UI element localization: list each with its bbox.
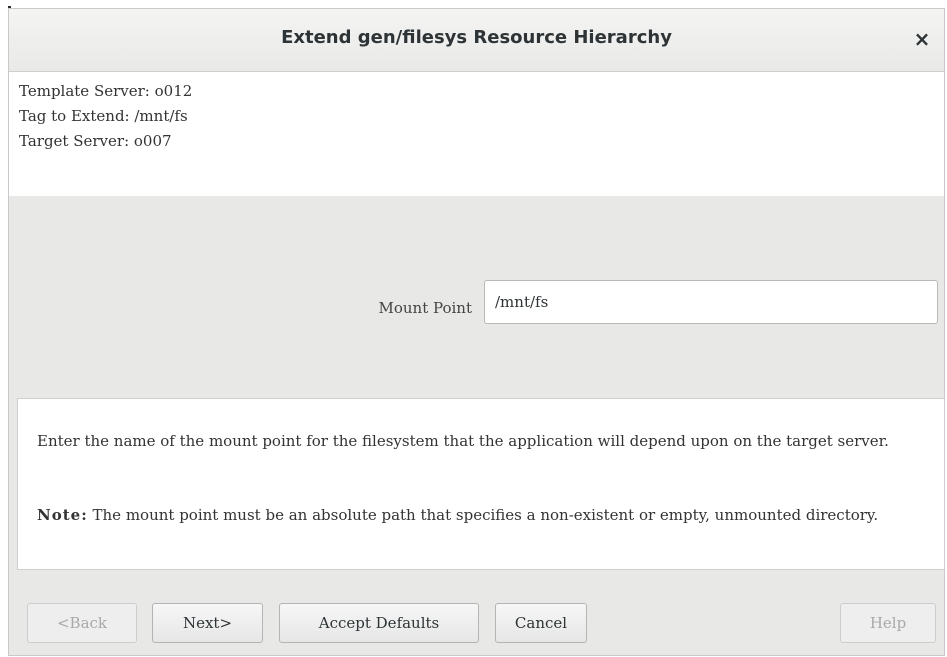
dialog-titlebar: Extend gen/filesys Resource Hierarchy ×: [9, 9, 944, 72]
template-server-text: Template Server: o012: [19, 82, 193, 100]
accept-defaults-button[interactable]: Accept Defaults: [279, 603, 479, 643]
target-server-text: Target Server: o007: [19, 132, 172, 150]
back-button[interactable]: <Back: [27, 603, 137, 643]
help-description-box: Enter the name of the mount point for th…: [17, 398, 945, 570]
note-label: Note:: [37, 506, 88, 524]
mount-point-note: Note: The mount point must be an absolut…: [37, 503, 927, 527]
mount-point-description: Enter the name of the mount point for th…: [37, 432, 889, 450]
extend-resource-dialog: Extend gen/filesys Resource Hierarchy × …: [8, 8, 945, 656]
dialog-title: Extend gen/filesys Resource Hierarchy: [281, 27, 672, 48]
help-button[interactable]: Help: [840, 603, 936, 643]
note-text: The mount point must be an absolute path…: [92, 506, 879, 524]
tag-to-extend-text: Tag to Extend: /mnt/fs: [19, 107, 188, 125]
mount-point-input[interactable]: [484, 280, 938, 324]
close-icon[interactable]: ×: [910, 26, 934, 52]
server-info-panel: Template Server: o012 Tag to Extend: /mn…: [9, 72, 944, 196]
cancel-button[interactable]: Cancel: [495, 603, 587, 643]
mount-point-label: Mount Point: [378, 299, 472, 317]
next-button[interactable]: Next>: [152, 603, 263, 643]
